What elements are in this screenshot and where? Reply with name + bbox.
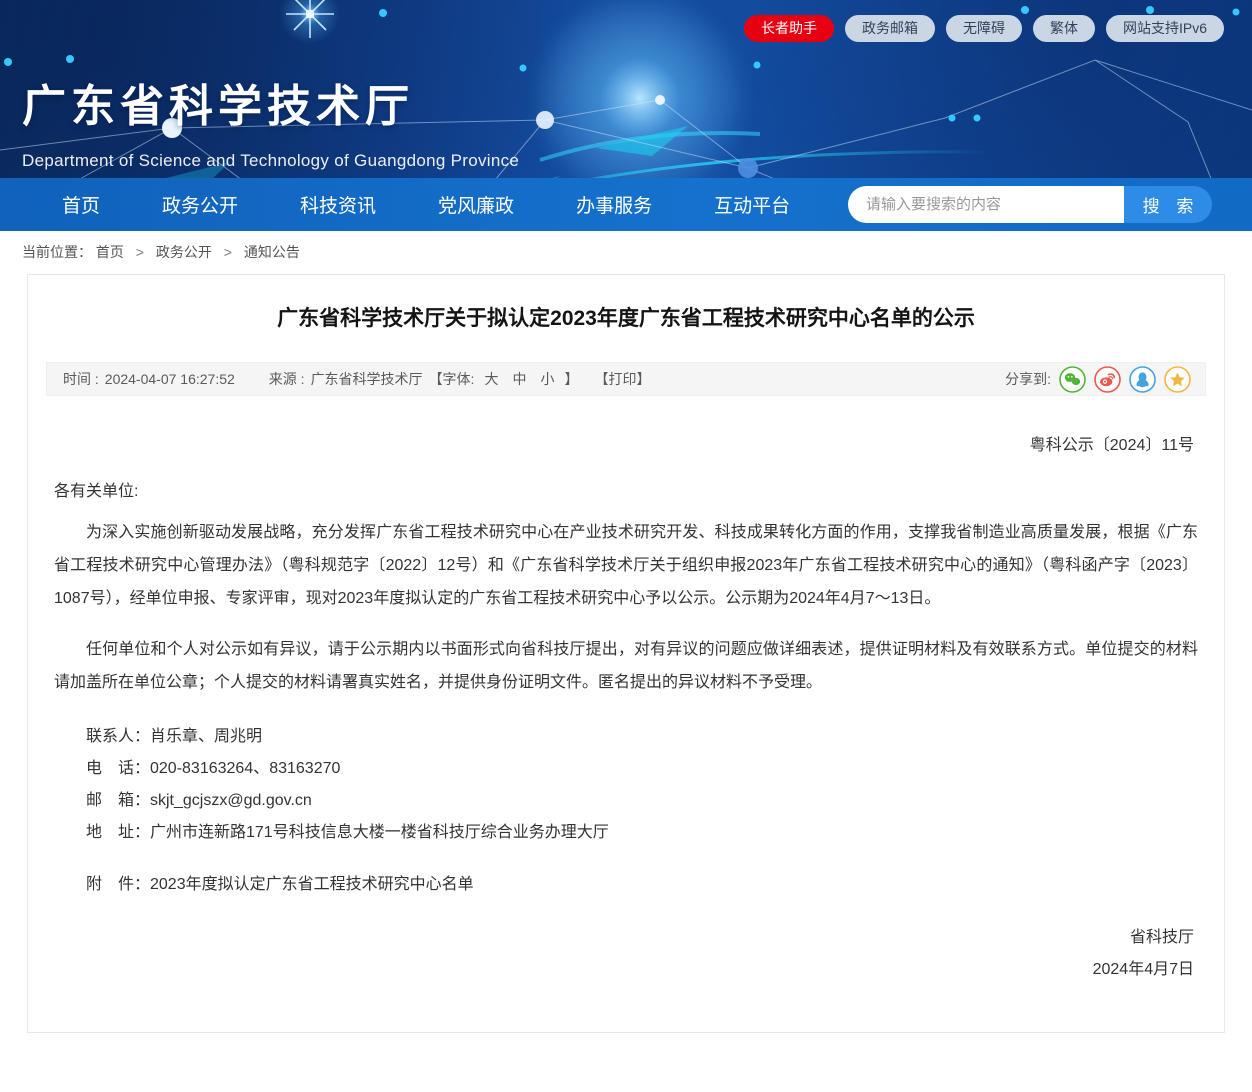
elder-helper-button[interactable]: 长者助手	[744, 15, 834, 42]
meta-time-label: 时间 :	[63, 369, 99, 389]
contact-address-line: 地 址：广州市连新路171号科技信息大楼一楼省科技厅综合业务办理大厅	[86, 817, 1198, 849]
share-weibo-icon[interactable]	[1094, 366, 1121, 393]
breadcrumb-gov-info[interactable]: 政务公开	[156, 244, 212, 260]
nav-item-interaction[interactable]: 互动平台	[714, 191, 790, 218]
gov-mail-button[interactable]: 政务邮箱	[845, 15, 935, 42]
article-meta-left: 时间 : 2024-04-07 16:27:52 来源 : 广东省科学技术厅 【…	[63, 369, 650, 389]
print-button[interactable]: 【打印】	[594, 369, 650, 389]
signature-org: 省科技厅	[54, 922, 1194, 954]
contact-phone-line: 电 话：020-83163264、83163270	[86, 753, 1198, 785]
nav-item-home[interactable]: 首页	[62, 191, 100, 218]
search-input[interactable]	[848, 186, 1124, 223]
traditional-chinese-button[interactable]: 繁体	[1033, 15, 1095, 42]
attachment-link[interactable]: 附 件：2023年度拟认定广东省工程技术研究中心名单	[54, 870, 1198, 894]
topbar: 长者助手 政务邮箱 无障碍 繁体 网站支持IPv6	[744, 15, 1224, 42]
share-wechat-icon[interactable]	[1059, 366, 1086, 393]
main-nav: 首页 政务公开 科技资讯 党风廉政 办事服务 互动平台 搜 索	[0, 178, 1252, 231]
article-meta-bar: 时间 : 2024-04-07 16:27:52 来源 : 广东省科学技术厅 【…	[46, 362, 1206, 396]
site-identity: 广东省科学技术厅 Department of Science and Techn…	[22, 70, 519, 171]
article-body: 粤科公示〔2024〕11号 各有关单位: 为深入实施创新驱动发展战略，充分发挥广…	[28, 431, 1224, 986]
breadcrumb-notices[interactable]: 通知公告	[244, 244, 300, 260]
ipv6-button[interactable]: 网站支持IPv6	[1106, 15, 1224, 42]
search-box: 搜 索	[848, 186, 1212, 223]
meta-font-label: 【字体:	[429, 369, 475, 389]
accessibility-button[interactable]: 无障碍	[946, 15, 1022, 42]
share-qzone-icon[interactable]	[1164, 366, 1191, 393]
salutation: 各有关单位:	[54, 477, 1198, 501]
contact-email-line: 邮 箱：skjt_gcjszx@gd.gov.cn	[86, 785, 1198, 817]
contact-person-line: 联系人：肖乐章、周兆明	[86, 721, 1198, 753]
page: 长者助手 政务邮箱 无障碍 繁体 网站支持IPv6 广东省科学技术厅 Depar…	[0, 0, 1252, 1092]
paragraph: 为深入实施创新驱动发展战略，充分发挥广东省工程技术研究中心在产业技术研究开发、科…	[54, 516, 1198, 615]
paragraph: 任何单位和个人对公示如有异议，请于公示期内以书面形式向省科技厅提出，对有异议的问…	[54, 633, 1198, 699]
breadcrumb-home[interactable]: 首页	[96, 244, 124, 260]
nav-item-tech-news[interactable]: 科技资讯	[300, 191, 376, 218]
site-banner: 长者助手 政务邮箱 无障碍 繁体 网站支持IPv6 广东省科学技术厅 Depar…	[0, 0, 1252, 231]
nav-item-gov-info[interactable]: 政务公开	[162, 191, 238, 218]
contact-block: 联系人：肖乐章、周兆明 电 话：020-83163264、83163270 邮 …	[54, 721, 1198, 849]
meta-time-value: 2024-04-07 16:27:52	[105, 371, 235, 387]
site-title: 广东省科学技术厅	[22, 70, 519, 134]
site-subtitle: Department of Science and Technology of …	[22, 151, 519, 171]
signature-date: 2024年4月7日	[54, 954, 1194, 986]
meta-source-label: 来源 :	[269, 369, 305, 389]
share-label: 分享到:	[1005, 369, 1051, 389]
signature-block: 省科技厅 2024年4月7日	[54, 922, 1198, 986]
article-container: 广东省科学技术厅关于拟认定2023年度广东省工程技术研究中心名单的公示 时间 :…	[27, 274, 1225, 1033]
breadcrumb: 当前位置： 首页 > 政务公开 > 通知公告	[0, 231, 1252, 272]
font-size-medium-button[interactable]: 中	[512, 369, 526, 389]
breadcrumb-separator: >	[136, 244, 144, 260]
nav-item-party-conduct[interactable]: 党风廉政	[438, 191, 514, 218]
meta-font-label-close: 】	[564, 369, 578, 389]
nav-item-services[interactable]: 办事服务	[576, 191, 652, 218]
share-qq-icon[interactable]	[1129, 366, 1156, 393]
article-share-bar: 分享到:	[1005, 366, 1191, 393]
font-size-large-button[interactable]: 大	[484, 369, 498, 389]
article-title: 广东省科学技术厅关于拟认定2023年度广东省工程技术研究中心名单的公示	[28, 275, 1224, 332]
font-size-small-button[interactable]: 小	[540, 369, 554, 389]
document-number: 粤科公示〔2024〕11号	[54, 431, 1198, 455]
meta-source-value: 广东省科学技术厅	[311, 369, 423, 389]
breadcrumb-label: 当前位置：	[22, 244, 92, 260]
breadcrumb-separator: >	[224, 244, 232, 260]
search-button[interactable]: 搜 索	[1124, 186, 1212, 223]
